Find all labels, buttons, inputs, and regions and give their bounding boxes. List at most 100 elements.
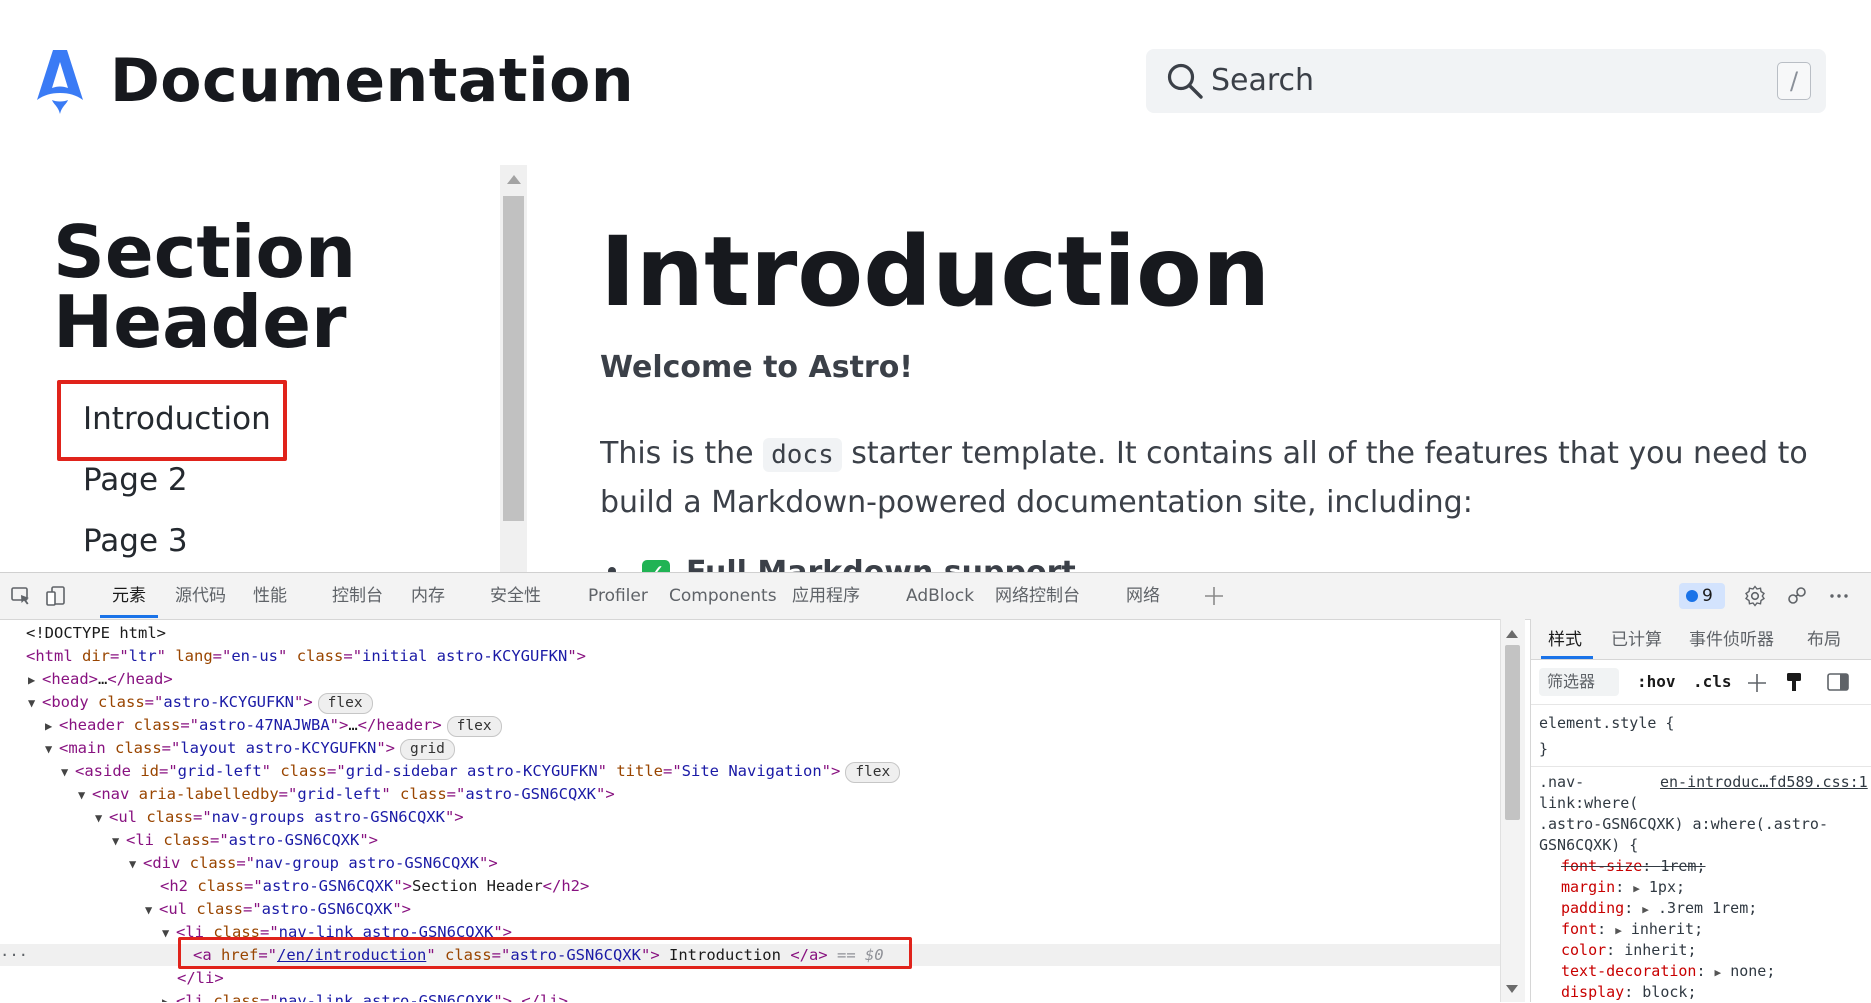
element-style-rule[interactable]: element.style { <box>1539 713 1674 734</box>
dom-html-node[interactable]: <html dir="ltr" lang="en-us" class="init… <box>26 645 586 667</box>
para-text-1: This is the <box>600 436 764 471</box>
dom-main-node[interactable]: ▼ <main class="layout astro-KCYGUFKN"> gri… <box>45 737 455 760</box>
paint-brush-icon[interactable] <box>1783 671 1805 693</box>
styles-divider <box>1531 766 1871 767</box>
hov-toggle[interactable]: :hov <box>1637 672 1676 691</box>
style-prop-font[interactable]: font: ▶ inherit; <box>1561 919 1703 941</box>
scroll-up-arrow-icon[interactable] <box>507 175 521 184</box>
feature-list-item: ✓ Full Markdown support <box>600 555 1076 572</box>
issues-count: 9 <box>1702 586 1713 606</box>
search-icon <box>1167 63 1203 99</box>
grid-badge[interactable]: grid <box>399 739 455 760</box>
tab-security[interactable]: 安全性 <box>490 585 541 607</box>
rule-selector-line-1[interactable]: .nav- <box>1539 772 1584 793</box>
search-shortcut-key: / <box>1777 62 1811 100</box>
tab-memory[interactable]: 内存 <box>411 585 445 607</box>
style-prop-color[interactable]: color: inherit; <box>1561 940 1696 961</box>
issues-badge[interactable]: 9 <box>1679 583 1725 609</box>
issues-icon <box>1686 590 1698 602</box>
tab-elements[interactable]: 元素 <box>112 585 146 607</box>
new-style-rule-icon[interactable] <box>1746 672 1768 694</box>
tab-profiler[interactable]: Profiler <box>588 585 648 607</box>
style-prop-margin[interactable]: margin: ▶ 1px; <box>1561 877 1685 899</box>
feature-text: Full Markdown support <box>686 555 1076 572</box>
sidebar-scrollbar-thumb[interactable] <box>503 196 524 521</box>
elements-scrollbar-thumb[interactable] <box>1505 645 1520 820</box>
astro-logo-icon[interactable] <box>36 48 84 114</box>
styles-filter-bar: 筛选器 :hov .cls <box>1531 660 1871 705</box>
dom-header-node[interactable]: ▶ <header class="astro-47NAJWBA">…</heade… <box>45 714 502 737</box>
dom-li-node[interactable]: ▼ <li class="astro-GSN6CQXK"> <box>112 829 378 851</box>
scroll-down-arrow-icon[interactable] <box>1506 985 1518 993</box>
active-styles-tab-indicator <box>1541 656 1593 659</box>
inline-code: docs <box>763 438 842 472</box>
dom-ul-node[interactable]: ▼ <ul class="astro-GSN6CQXK"> <box>145 898 411 920</box>
checkmark-icon: ✓ <box>642 559 670 572</box>
lead-text: Welcome to Astro! <box>600 350 913 385</box>
site-title[interactable]: Documentation <box>110 46 634 116</box>
search-box[interactable]: Search / <box>1146 49 1826 113</box>
dom-li-navlink2-node[interactable]: ▶ <li class="nav-link astro-GSN6CQXK">…</… <box>162 990 568 1002</box>
tab-network-console[interactable]: 网络控制台 <box>995 585 1080 607</box>
rule-selector-line-2[interactable]: link:where( <box>1539 793 1638 814</box>
style-prop-text-decoration[interactable]: text-decoration: ▶ none; <box>1561 961 1775 983</box>
settings-gear-icon[interactable] <box>1744 585 1766 607</box>
dom-h2-node[interactable]: <h2 class="astro-GSN6CQXK">Section Heade… <box>160 875 589 897</box>
rule-source-link[interactable]: en-introduc…fd589.css:1 <box>1660 773 1868 791</box>
intro-paragraph: This is the docs starter template. It co… <box>600 430 1860 526</box>
rule-selector-line-4[interactable]: GSN6CQXK) { <box>1539 835 1638 856</box>
style-prop-font-size[interactable]: font-size: 1rem; <box>1561 856 1706 877</box>
dom-aside-node[interactable]: ▼ <aside id="grid-left" class="grid-sideb… <box>61 760 901 783</box>
tab-layout[interactable]: 布局 <box>1807 629 1841 651</box>
site-header: Documentation Search / <box>0 0 1871 165</box>
flex-badge[interactable]: flex <box>446 716 502 737</box>
dom-row-ellipsis[interactable]: ··· <box>0 944 28 966</box>
dom-doctype[interactable]: <!DOCTYPE html> <box>26 622 166 644</box>
dom-nav-node[interactable]: ▼ <nav aria-labelledby="grid-left" class=… <box>78 783 615 805</box>
tab-computed[interactable]: 已计算 <box>1611 629 1662 651</box>
tab-event-listeners[interactable]: 事件侦听器 <box>1689 629 1774 651</box>
active-tab-indicator <box>100 615 158 618</box>
style-prop-display[interactable]: display: block; <box>1561 982 1696 1002</box>
flex-badge[interactable]: flex <box>317 693 373 714</box>
dom-ul-groups-node[interactable]: ▼ <ul class="nav-groups astro-GSN6CQXK"> <box>95 806 464 828</box>
scroll-up-arrow-icon[interactable] <box>1506 630 1518 638</box>
search-placeholder: Search <box>1211 63 1315 98</box>
sidebar-nav: Section Header Introduction Page 2 Page … <box>0 165 528 572</box>
dom-a-node-selected[interactable]: <a href="/en/introduction" class="astro-… <box>193 944 884 966</box>
dom-div-node[interactable]: ▼ <div class="nav-group astro-GSN6CQXK"> <box>129 852 498 874</box>
dom-li-close[interactable]: </li> <box>177 967 224 989</box>
tab-console[interactable]: 控制台 <box>332 585 383 607</box>
tab-sources[interactable]: 源代码 <box>175 585 226 607</box>
styles-filter-input[interactable]: 筛选器 <box>1539 668 1619 696</box>
dom-head-node[interactable]: ▶ <head>…</head> <box>28 668 173 690</box>
styles-pane: 样式 已计算 事件侦听器 布局 筛选器 :hov .cls element.st… <box>1530 619 1871 1002</box>
styles-tabs: 样式 已计算 事件侦听器 布局 <box>1531 619 1871 660</box>
dom-body-node[interactable]: ▼ <body class="astro-KCYGUFKN"> flex <box>28 691 373 714</box>
main-content: Introduction Welcome to Astro! This is t… <box>600 165 1871 572</box>
device-toolbar-icon[interactable] <box>45 585 67 607</box>
tab-styles[interactable]: 样式 <box>1548 629 1582 651</box>
toggle-sidebar-icon[interactable] <box>1826 671 1850 693</box>
sidebar-section-header: Section Header <box>53 210 357 364</box>
sidebar-item-introduction[interactable]: Introduction <box>83 399 271 439</box>
devtools-toolbar: 元素 源代码 性能 控制台 内存 安全性 Profiler Components… <box>0 573 1871 620</box>
rule-selector-line-3[interactable]: .astro-GSN6CQXK) a:where(.astro- <box>1539 814 1828 835</box>
tab-components[interactable]: Components <box>669 585 777 607</box>
elements-dom-tree: <!DOCTYPE html> <html dir="ltr" lang="en… <box>0 619 1500 1002</box>
remote-devices-icon[interactable] <box>1786 585 1808 607</box>
cls-toggle[interactable]: .cls <box>1693 672 1732 691</box>
more-options-icon[interactable] <box>1828 585 1850 607</box>
tab-adblock[interactable]: AdBlock <box>906 585 974 607</box>
style-prop-padding[interactable]: padding: ▶ .3rem 1rem; <box>1561 898 1757 920</box>
inspect-element-icon[interactable] <box>10 585 32 607</box>
tab-network[interactable]: 网络 <box>1126 585 1160 607</box>
flex-badge[interactable]: flex <box>845 762 901 783</box>
tab-performance[interactable]: 性能 <box>253 585 287 607</box>
sidebar-item-page-3[interactable]: Page 3 <box>83 521 188 561</box>
tab-application[interactable]: 应用程序 <box>792 585 860 607</box>
add-tab-icon[interactable] <box>1203 585 1225 607</box>
element-style-close: } <box>1539 740 1549 758</box>
dom-li-navlink-node[interactable]: ▼ <li class="nav-link astro-GSN6CQXK"> <box>162 921 512 943</box>
sidebar-item-page-2[interactable]: Page 2 <box>83 460 188 500</box>
